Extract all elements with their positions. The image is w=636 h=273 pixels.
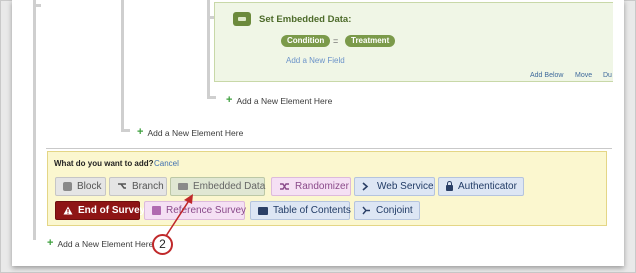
screen-frame: Set Embedded Data: Condition = Treatment…	[0, 0, 636, 273]
step-callout: 2	[152, 234, 173, 255]
annotation-arrow	[165, 194, 193, 237]
